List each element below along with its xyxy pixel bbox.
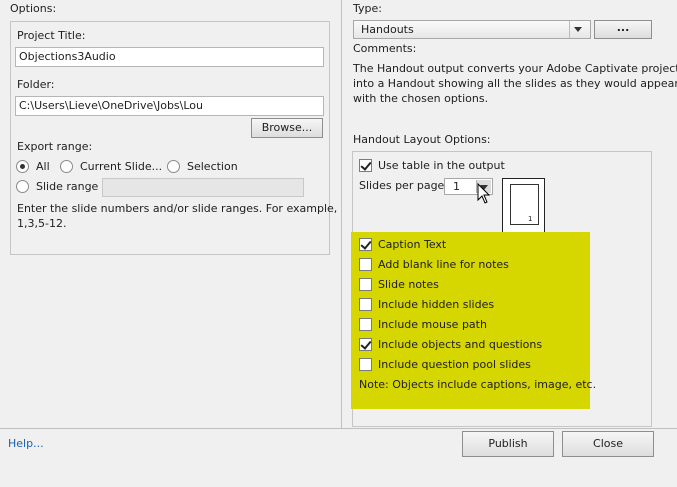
- option-label: Include objects and questions: [378, 338, 543, 351]
- type-label: Type:: [353, 2, 382, 15]
- slides-per-page-value: 1: [453, 180, 460, 193]
- option-checkbox[interactable]: [359, 298, 372, 311]
- comments-line-3: with the chosen options.: [353, 92, 489, 105]
- type-options-button[interactable]: ...: [594, 20, 652, 39]
- radio-slide-range-label: Slide range: [36, 180, 99, 193]
- option-label: Include mouse path: [378, 318, 487, 331]
- type-dropdown-value: Handouts: [361, 23, 414, 36]
- hint-line-1: Enter the slide numbers and/or slide ran…: [17, 202, 338, 215]
- radio-slide-range[interactable]: [16, 180, 29, 193]
- mouse-cursor-icon: [477, 183, 491, 204]
- help-link[interactable]: Help...: [8, 437, 44, 451]
- panel-divider: [341, 0, 342, 428]
- close-button[interactable]: Close: [562, 431, 654, 457]
- footer-divider: [0, 428, 677, 429]
- comments-line-2: into a Handout showing all the slides as…: [353, 77, 677, 90]
- option-checkbox[interactable]: [359, 278, 372, 291]
- hint-line-2: 1,3,5-12.: [17, 217, 67, 230]
- browse-button[interactable]: Browse...: [251, 118, 323, 138]
- folder-label: Folder:: [17, 78, 55, 91]
- folder-input[interactable]: C:\Users\Lieve\OneDrive\Jobs\Lou: [15, 96, 324, 116]
- use-table-label: Use table in the output: [378, 159, 505, 172]
- handout-layout-label: Handout Layout Options:: [353, 133, 491, 146]
- option-label: Include question pool slides: [378, 358, 531, 371]
- option-checkbox[interactable]: [359, 358, 372, 371]
- radio-current-slide-label: Current Slide...: [80, 160, 163, 173]
- page-preview-number: 1: [528, 215, 533, 223]
- handout-note: Note: Objects include captions, image, e…: [359, 378, 597, 391]
- radio-all[interactable]: [16, 160, 29, 173]
- slide-range-input[interactable]: [102, 178, 304, 197]
- publish-button[interactable]: Publish: [462, 431, 554, 457]
- option-checkbox[interactable]: [359, 238, 372, 251]
- export-range-label: Export range:: [17, 140, 93, 153]
- page-preview: 1: [502, 178, 545, 233]
- radio-all-label: All: [36, 160, 50, 173]
- comments-line-1: The Handout output converts your Adobe C…: [353, 62, 677, 75]
- option-checkbox[interactable]: [359, 258, 372, 271]
- option-label: Slide notes: [378, 278, 439, 291]
- project-title-label: Project Title:: [17, 29, 86, 42]
- option-checkbox[interactable]: [359, 318, 372, 331]
- radio-selection[interactable]: [167, 160, 180, 173]
- option-label: Include hidden slides: [378, 298, 495, 311]
- options-heading: Options:: [10, 2, 57, 15]
- chevron-down-icon: [574, 27, 582, 32]
- radio-selection-label: Selection: [187, 160, 238, 173]
- project-title-input[interactable]: Objections3Audio: [15, 47, 324, 67]
- use-table-checkbox[interactable]: [359, 159, 372, 172]
- page-preview-slide: [510, 184, 539, 225]
- option-label: Add blank line for notes: [378, 258, 509, 271]
- option-checkbox[interactable]: [359, 338, 372, 351]
- dropdown-separator: [569, 21, 570, 38]
- slides-per-page-label: Slides per page: [359, 179, 445, 192]
- radio-current-slide[interactable]: [60, 160, 73, 173]
- comments-label: Comments:: [353, 42, 417, 55]
- option-label: Caption Text: [378, 238, 447, 251]
- type-dropdown[interactable]: Handouts: [353, 20, 591, 39]
